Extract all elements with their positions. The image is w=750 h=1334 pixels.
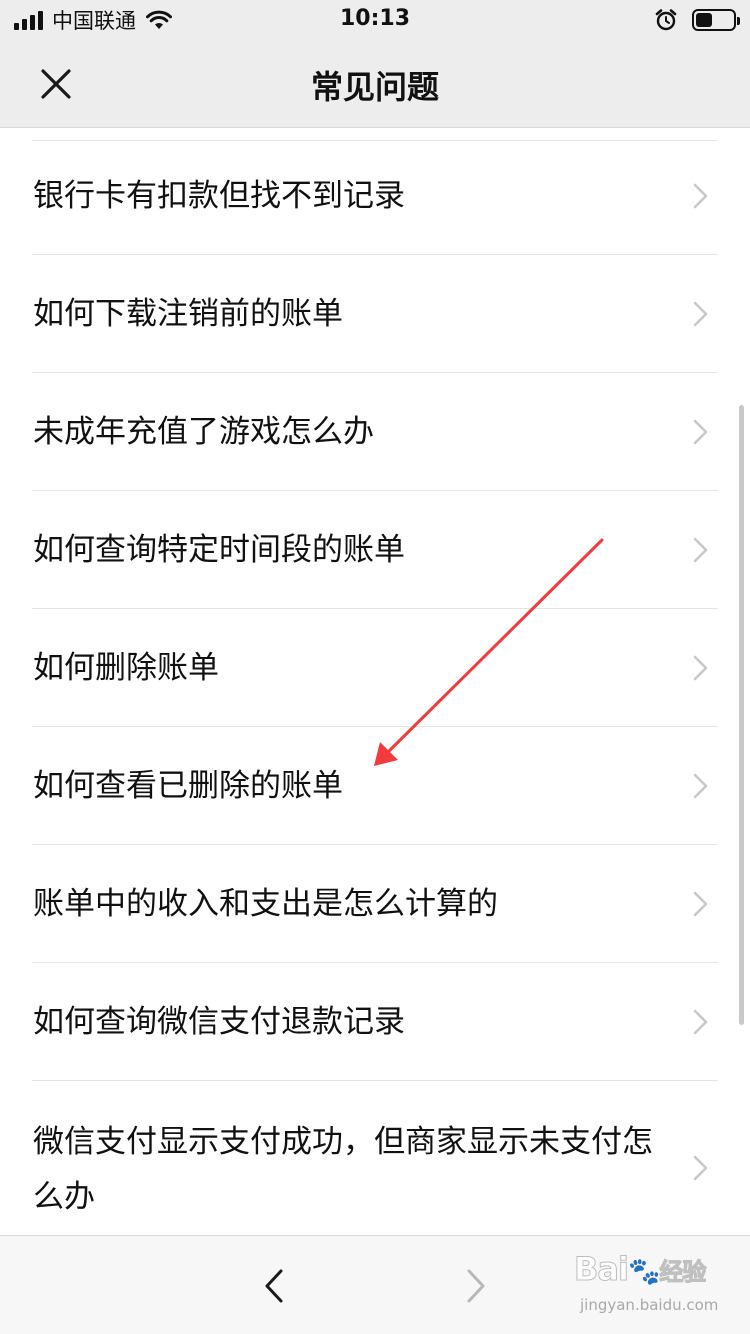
faq-item-view-deleted-bill[interactable]: 如何查看已删除的账单 xyxy=(0,727,750,845)
status-right xyxy=(654,8,740,32)
chevron-right-icon xyxy=(693,773,708,799)
status-time: 10:13 xyxy=(339,6,411,31)
forward-button[interactable] xyxy=(454,1260,498,1312)
chevron-right-icon xyxy=(693,537,708,563)
watermark-logo: Bai🐾经验 xyxy=(574,1250,707,1289)
faq-item-bank-card-deduction[interactable]: 银行卡有扣款但找不到记录 xyxy=(0,137,750,255)
faq-item-refund-record[interactable]: 如何查询微信支付退款记录 xyxy=(0,963,750,1081)
chevron-right-icon xyxy=(693,1155,708,1181)
faq-item-label: 微信支付显示支付成功，但商家显示未支付怎么办 xyxy=(33,1124,653,1215)
faq-item-label: 如何下载注销前的账单 xyxy=(33,296,343,332)
battery-icon xyxy=(692,9,740,31)
faq-item-label: 如何查看已删除的账单 xyxy=(33,768,343,804)
nav-bar: 常见问题 xyxy=(0,40,750,128)
chevron-right-icon xyxy=(693,419,708,445)
faq-item-delete-bill[interactable]: 如何删除账单 xyxy=(0,609,750,727)
chevron-right-icon xyxy=(693,301,708,327)
scrollbar[interactable] xyxy=(739,405,744,1025)
faq-item-label: 银行卡有扣款但找不到记录 xyxy=(33,178,405,214)
chevron-right-icon xyxy=(693,891,708,917)
faq-item-minor-game-recharge[interactable]: 未成年充值了游戏怎么办 xyxy=(0,373,750,491)
chevron-right-icon xyxy=(693,1009,708,1035)
faq-item-income-expense-calc[interactable]: 账单中的收入和支出是怎么计算的 xyxy=(0,845,750,963)
back-button[interactable] xyxy=(252,1260,296,1312)
watermark-url: jingyan.baidu.com xyxy=(580,1296,719,1314)
faq-item-payment-success-merchant-unpaid[interactable]: 微信支付显示支付成功，但商家显示未支付怎么办 xyxy=(0,1081,750,1235)
chevron-right-icon xyxy=(693,655,708,681)
faq-list[interactable]: 银行卡有扣款但找不到记录 如何下载注销前的账单 未成年充值了游戏怎么办 如何查询… xyxy=(0,137,750,1235)
faq-item-label: 未成年充值了游戏怎么办 xyxy=(33,414,374,450)
battery-level xyxy=(696,13,712,27)
page-title: 常见问题 xyxy=(310,68,439,106)
chevron-left-icon xyxy=(265,1269,283,1303)
faq-item-label: 如何删除账单 xyxy=(33,650,219,686)
alarm-icon xyxy=(655,9,677,31)
baidu-jingyan-watermark: Bai🐾经验 jingyan.baidu.com xyxy=(574,1250,744,1325)
chevron-right-icon xyxy=(693,183,708,209)
chevron-right-icon xyxy=(467,1269,485,1303)
faq-item-label: 如何查询微信支付退款记录 xyxy=(33,1004,405,1040)
faq-item-query-period-bill[interactable]: 如何查询特定时间段的账单 xyxy=(0,491,750,609)
faq-item-download-bill[interactable]: 如何下载注销前的账单 xyxy=(0,255,750,373)
faq-item-label: 如何查询特定时间段的账单 xyxy=(33,532,405,568)
status-bar: 中国联通 10:13 xyxy=(0,0,750,40)
faq-item-label: 账单中的收入和支出是怎么计算的 xyxy=(33,886,498,922)
